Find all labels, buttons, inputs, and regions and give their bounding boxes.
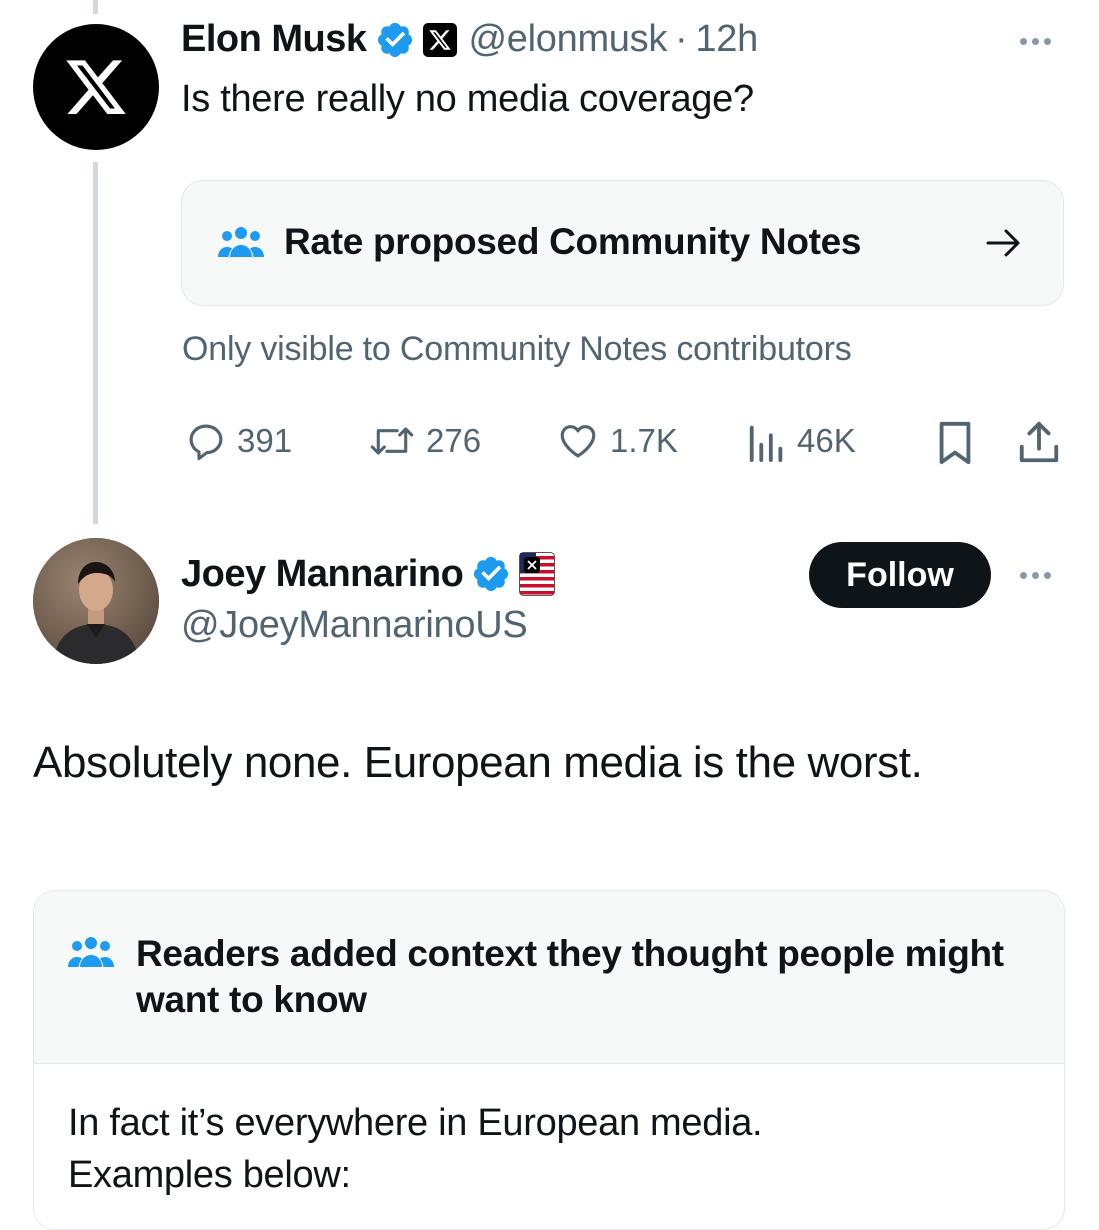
reply-button[interactable]: 391	[185, 420, 292, 462]
bookmark-icon[interactable]	[935, 420, 975, 466]
share-icon[interactable]	[1017, 420, 1061, 466]
follow-button[interactable]: Follow	[809, 542, 991, 608]
rate-notes-label: Rate proposed Community Notes	[284, 221, 862, 262]
x-logo-icon	[422, 22, 457, 57]
tweet1-header: Elon Musk @elonmusk · 12h	[181, 18, 758, 61]
arrow-right-icon	[986, 229, 1020, 257]
community-note-title: Readers added context they thought peopl…	[136, 933, 1004, 1020]
more-options-icon[interactable]	[1020, 572, 1051, 579]
like-count: 1.7K	[610, 422, 678, 459]
author-handle[interactable]: @elonmusk	[469, 18, 668, 61]
separator-dot: ·	[675, 18, 688, 60]
reply-icon	[189, 424, 223, 461]
like-button[interactable]: 1.7K	[556, 420, 678, 462]
x-logo-icon	[66, 60, 126, 114]
rate-community-notes-button[interactable]: Rate proposed Community Notes	[181, 180, 1064, 306]
thread-line-top	[93, 0, 98, 14]
reply-count: 391	[237, 422, 293, 459]
thread-connector-line	[93, 162, 98, 524]
views-button[interactable]: 46K	[747, 420, 856, 462]
profile-photo	[33, 538, 159, 664]
tweet-text: Absolutely none. European media is the w…	[33, 738, 923, 787]
notes-visibility-text: Only visible to Community Notes contribu…	[182, 330, 852, 368]
tweet2-header: Joey Mannarino	[181, 552, 556, 596]
joey-avatar[interactable]	[33, 538, 159, 664]
author-name[interactable]: Joey Mannarino	[181, 553, 464, 596]
author-handle[interactable]: @JoeyMannarinoUS	[181, 604, 528, 647]
community-note-header: Readers added context they thought peopl…	[34, 891, 1064, 1064]
heart-icon	[560, 425, 596, 458]
flag-badge-icon	[519, 552, 556, 596]
verified-badge-icon	[377, 22, 412, 57]
community-note-line: Examples below:	[68, 1154, 351, 1196]
author-name[interactable]: Elon Musk	[181, 18, 367, 61]
community-note-card[interactable]: Readers added context they thought peopl…	[33, 890, 1065, 1230]
repost-button[interactable]: 276	[368, 420, 481, 462]
tweet-time[interactable]: 12h	[695, 18, 758, 61]
views-chart-icon	[749, 425, 783, 462]
tweet-text: Is there really no media coverage?	[181, 78, 754, 120]
community-notes-people-icon	[218, 227, 264, 257]
elon-avatar[interactable]	[33, 24, 159, 150]
more-options-icon[interactable]	[1020, 38, 1051, 45]
community-note-body: In fact it’s everywhere in European medi…	[68, 1097, 1028, 1201]
repost-icon	[370, 427, 414, 455]
view-count: 46K	[797, 422, 856, 459]
community-note-line: In fact it’s everywhere in European medi…	[68, 1102, 763, 1144]
repost-count: 276	[426, 422, 482, 459]
verified-badge-icon	[474, 556, 509, 592]
community-notes-people-icon	[68, 937, 114, 967]
